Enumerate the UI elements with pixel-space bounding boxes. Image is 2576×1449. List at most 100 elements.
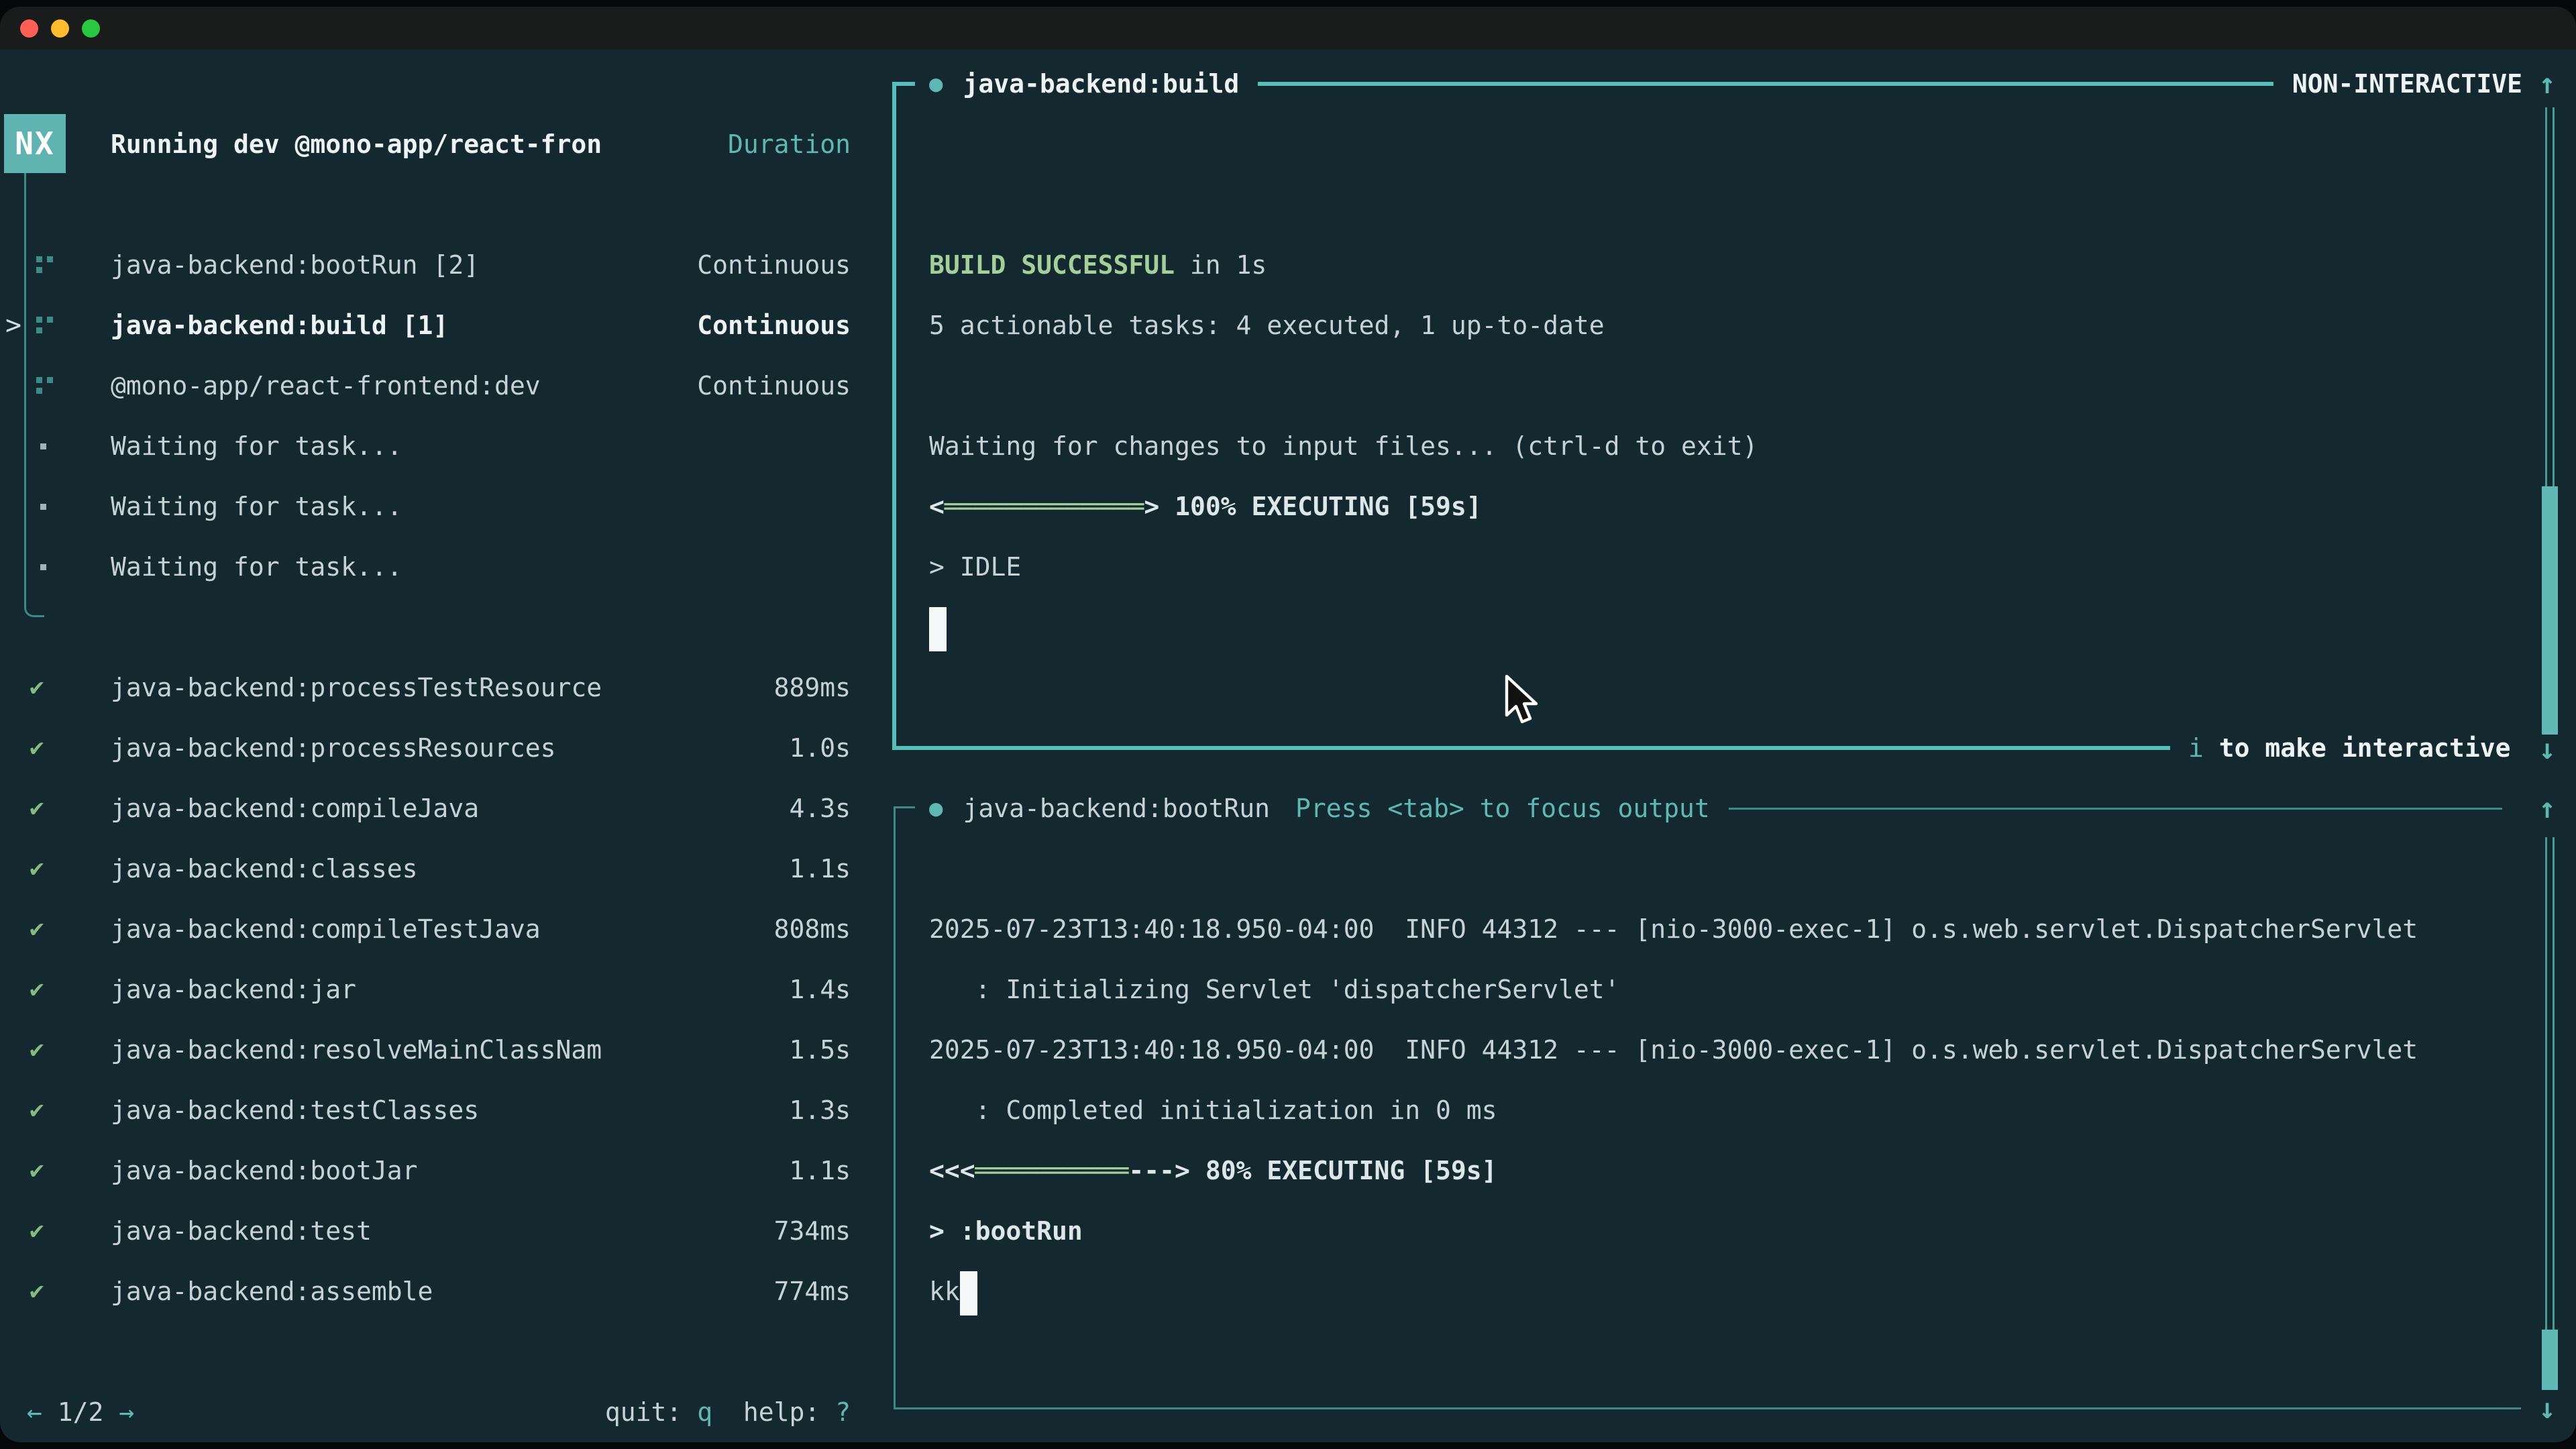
duration-column-header: Duration bbox=[728, 114, 851, 174]
selected-task-caret-icon: > bbox=[5, 295, 21, 356]
task-row[interactable]: Waiting for task... bbox=[0, 476, 892, 537]
help-key: ? bbox=[835, 1397, 851, 1427]
check-icon: ✔ bbox=[30, 1140, 44, 1201]
zoom-window-button[interactable] bbox=[82, 19, 100, 38]
focus-output-hint: Press <tab> to focus output bbox=[1295, 794, 1710, 823]
task-name: java-backend:jar bbox=[111, 959, 356, 1020]
task-row[interactable]: java-backend:assemble 774ms ✔ bbox=[0, 1261, 892, 1322]
waiting-dot-icon bbox=[40, 443, 46, 449]
task-duration: Continuous bbox=[697, 235, 851, 295]
sidebar-header: Running dev @mono-app/react-fron Duratio… bbox=[0, 114, 892, 174]
task-row[interactable]: java-backend:compileJava 4.3s ✔ bbox=[0, 778, 892, 839]
bootrun-scroll-down-icon[interactable]: ↓ bbox=[2524, 1379, 2571, 1439]
terminal-line: Waiting for changes to input files... (c… bbox=[929, 416, 1758, 476]
check-icon: ✔ bbox=[30, 718, 44, 778]
build-panel-left-border bbox=[892, 82, 896, 750]
build-panel-header[interactable]: ● java-backend:build NON-INTERACTIVE bbox=[929, 54, 2522, 114]
task-name: java-backend:assemble bbox=[111, 1261, 433, 1322]
terminal-line: kk bbox=[929, 1261, 977, 1322]
build-panel-title: java-backend:build bbox=[963, 69, 1239, 99]
task-name: java-backend:processTestResource bbox=[111, 657, 602, 718]
task-row[interactable]: java-backend:jar 1.4s ✔ bbox=[0, 959, 892, 1020]
task-name: java-backend:processResources bbox=[111, 718, 555, 778]
terminal-line: > :bootRun bbox=[929, 1201, 1083, 1261]
task-duration: 1.1s bbox=[789, 1140, 851, 1201]
quit-key: q bbox=[697, 1397, 712, 1427]
task-name: java-backend:classes bbox=[111, 839, 418, 899]
task-name: java-backend:test bbox=[111, 1201, 372, 1261]
bootrun-panel-title: java-backend:bootRun bbox=[963, 794, 1270, 823]
task-name: java-backend:bootRun [2] bbox=[111, 235, 479, 295]
task-duration: 1.4s bbox=[789, 959, 851, 1020]
task-row[interactable]: java-backend:resolveMainClassNam 1.5s ✔ bbox=[0, 1020, 892, 1080]
task-name: java-backend:compileJava bbox=[111, 778, 479, 839]
non-interactive-badge: NON-INTERACTIVE bbox=[2292, 69, 2522, 99]
header-rule bbox=[1258, 82, 2273, 86]
pagination[interactable]: ← 1/2 → bbox=[27, 1382, 134, 1442]
task-name: Waiting for task... bbox=[111, 537, 402, 597]
task-row[interactable]: java-backend:test 734ms ✔ bbox=[0, 1201, 892, 1261]
task-row[interactable]: java-backend:compileTestJava 808ms ✔ bbox=[0, 899, 892, 959]
mouse-cursor bbox=[1504, 675, 1543, 730]
interactive-hint-key: i bbox=[2188, 733, 2204, 763]
terminal-line: 2025-07-23T13:40:18.950-04:00 INFO 44312… bbox=[929, 1020, 2418, 1080]
bootrun-scroll-up-icon[interactable]: ↑ bbox=[2524, 778, 2571, 839]
task-row[interactable]: java-backend:processResources 1.0s ✔ bbox=[0, 718, 892, 778]
check-icon: ✔ bbox=[30, 899, 44, 959]
task-bullet-icon: ● bbox=[929, 795, 943, 822]
task-duration: 1.0s bbox=[789, 718, 851, 778]
task-row[interactable]: java-backend:classes 1.1s ✔ bbox=[0, 839, 892, 899]
task-row[interactable]: Waiting for task... bbox=[0, 537, 892, 597]
bootrun-panel-left-border bbox=[894, 806, 896, 1409]
build-panel-corner-stub bbox=[892, 82, 915, 86]
task-row[interactable]: java-backend:bootRun [2] Continuous bbox=[0, 235, 892, 295]
waiting-dot-icon bbox=[40, 504, 46, 510]
terminal-line: BUILD SUCCESSFUL in 1s bbox=[929, 235, 1267, 295]
task-duration: 4.3s bbox=[789, 778, 851, 839]
build-panel-bottom-border bbox=[892, 746, 2170, 750]
close-window-button[interactable] bbox=[20, 19, 38, 38]
build-scroll-down-icon[interactable]: ↓ bbox=[2524, 719, 2571, 780]
task-name: java-backend:resolveMainClassNam bbox=[111, 1020, 602, 1080]
task-duration: 1.5s bbox=[789, 1020, 851, 1080]
task-duration: 808ms bbox=[774, 899, 851, 959]
spinner-icon bbox=[35, 374, 58, 397]
page-indicator: 1/2 bbox=[58, 1397, 104, 1427]
terminal-window: NX Running dev @mono-app/react-fron Dura… bbox=[0, 7, 2576, 1442]
terminal-line: > IDLE bbox=[929, 537, 1021, 597]
terminal-line: : Completed initialization in 0 ms bbox=[929, 1080, 1497, 1140]
bootrun-panel-header[interactable]: ● java-backend:bootRun Press <tab> to foc… bbox=[929, 778, 2521, 839]
sidebar-title: Running dev @mono-app/react-fron bbox=[111, 114, 602, 174]
task-name: java-backend:testClasses bbox=[111, 1080, 479, 1140]
task-name: Waiting for task... bbox=[111, 476, 402, 537]
task-row[interactable]: Waiting for task... bbox=[0, 416, 892, 476]
build-scrollbar-thumb[interactable] bbox=[2542, 486, 2558, 735]
terminal-line: : Initializing Servlet 'dispatcherServle… bbox=[929, 959, 1620, 1020]
task-name: java-backend:compileTestJava bbox=[111, 899, 541, 959]
build-scroll-up-icon[interactable]: ↑ bbox=[2524, 54, 2571, 114]
check-icon: ✔ bbox=[30, 1201, 44, 1261]
task-duration: 1.1s bbox=[789, 839, 851, 899]
header-rule bbox=[1729, 808, 2502, 810]
terminal-line: <<<══════════---> 80% EXECUTING [59s] bbox=[929, 1140, 1497, 1201]
page-left-arrow-icon[interactable]: ← bbox=[27, 1397, 42, 1427]
bootrun-panel-corner-stub bbox=[894, 806, 915, 808]
check-icon: ✔ bbox=[30, 1020, 44, 1080]
bootrun-scrollbar-track[interactable] bbox=[2545, 837, 2555, 1374]
block-cursor bbox=[929, 607, 947, 651]
page-right-arrow-icon[interactable]: → bbox=[119, 1397, 134, 1427]
keyboard-hints: quit: q help: ? bbox=[605, 1382, 851, 1442]
task-row-selected[interactable]: java-backend:build [1] Continuous > bbox=[0, 295, 892, 356]
task-row[interactable]: java-backend:bootJar 1.1s ✔ bbox=[0, 1140, 892, 1201]
task-name: java-backend:build [1] bbox=[111, 295, 448, 356]
task-row[interactable]: @mono-app/react-frontend:dev Continuous bbox=[0, 356, 892, 416]
task-row[interactable]: java-backend:processTestResource 889ms ✔ bbox=[0, 657, 892, 718]
minimize-window-button[interactable] bbox=[51, 19, 69, 38]
task-name: @mono-app/react-frontend:dev bbox=[111, 356, 541, 416]
task-row[interactable]: java-backend:testClasses 1.3s ✔ bbox=[0, 1080, 892, 1140]
terminal-line: <═════════════> 100% EXECUTING [59s] bbox=[929, 476, 1482, 537]
check-icon: ✔ bbox=[30, 657, 44, 718]
task-bullet-icon: ● bbox=[929, 70, 943, 97]
task-duration: 889ms bbox=[774, 657, 851, 718]
terminal-line: 5 actionable tasks: 4 executed, 1 up-to-… bbox=[929, 295, 1605, 356]
